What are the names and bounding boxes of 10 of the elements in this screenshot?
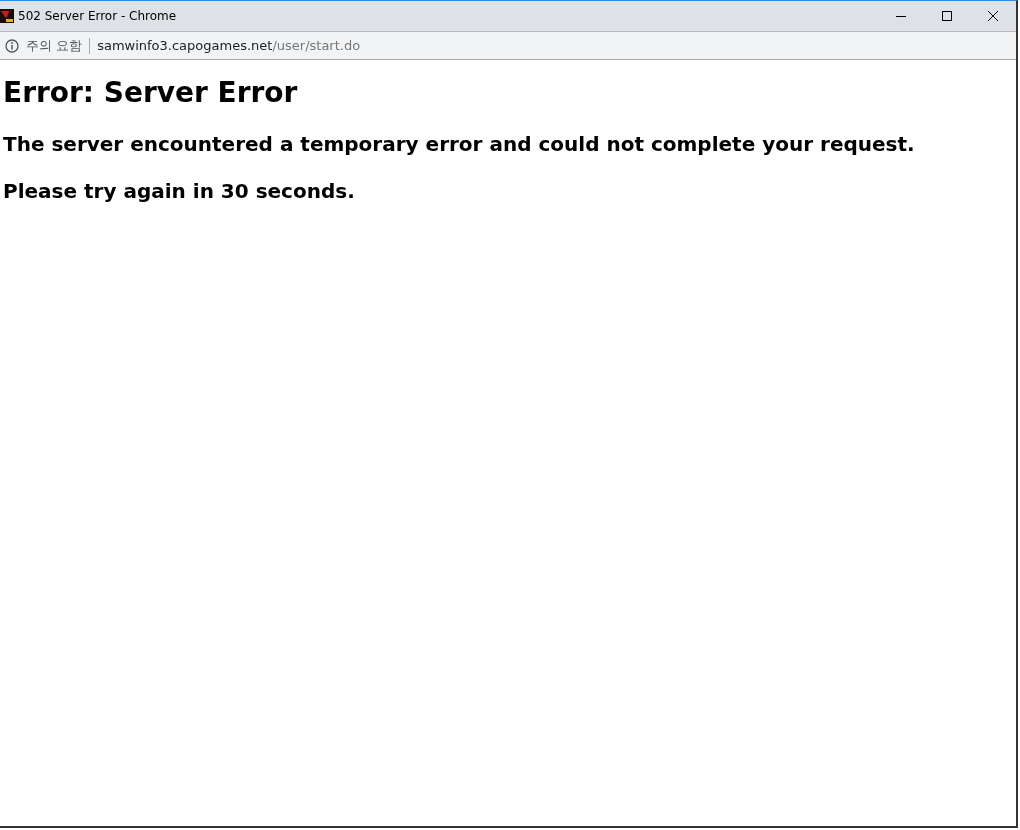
info-icon[interactable]: [5, 38, 19, 53]
url-text[interactable]: samwinfo3.capogames.net/user/start.do: [97, 38, 361, 53]
maximize-icon: [941, 10, 953, 22]
error-heading: Error: Server Error: [3, 76, 299, 109]
site-logo-icon: [0, 9, 14, 23]
retry-message: Please try again in 30 seconds.: [3, 179, 356, 203]
close-icon: [987, 10, 999, 22]
window-title: 502 Server Error - Chrome: [18, 9, 177, 23]
error-message: The server encountered a temporary error and could not complete your request.: [3, 132, 916, 156]
security-label[interactable]: 주의 요함: [26, 36, 83, 55]
